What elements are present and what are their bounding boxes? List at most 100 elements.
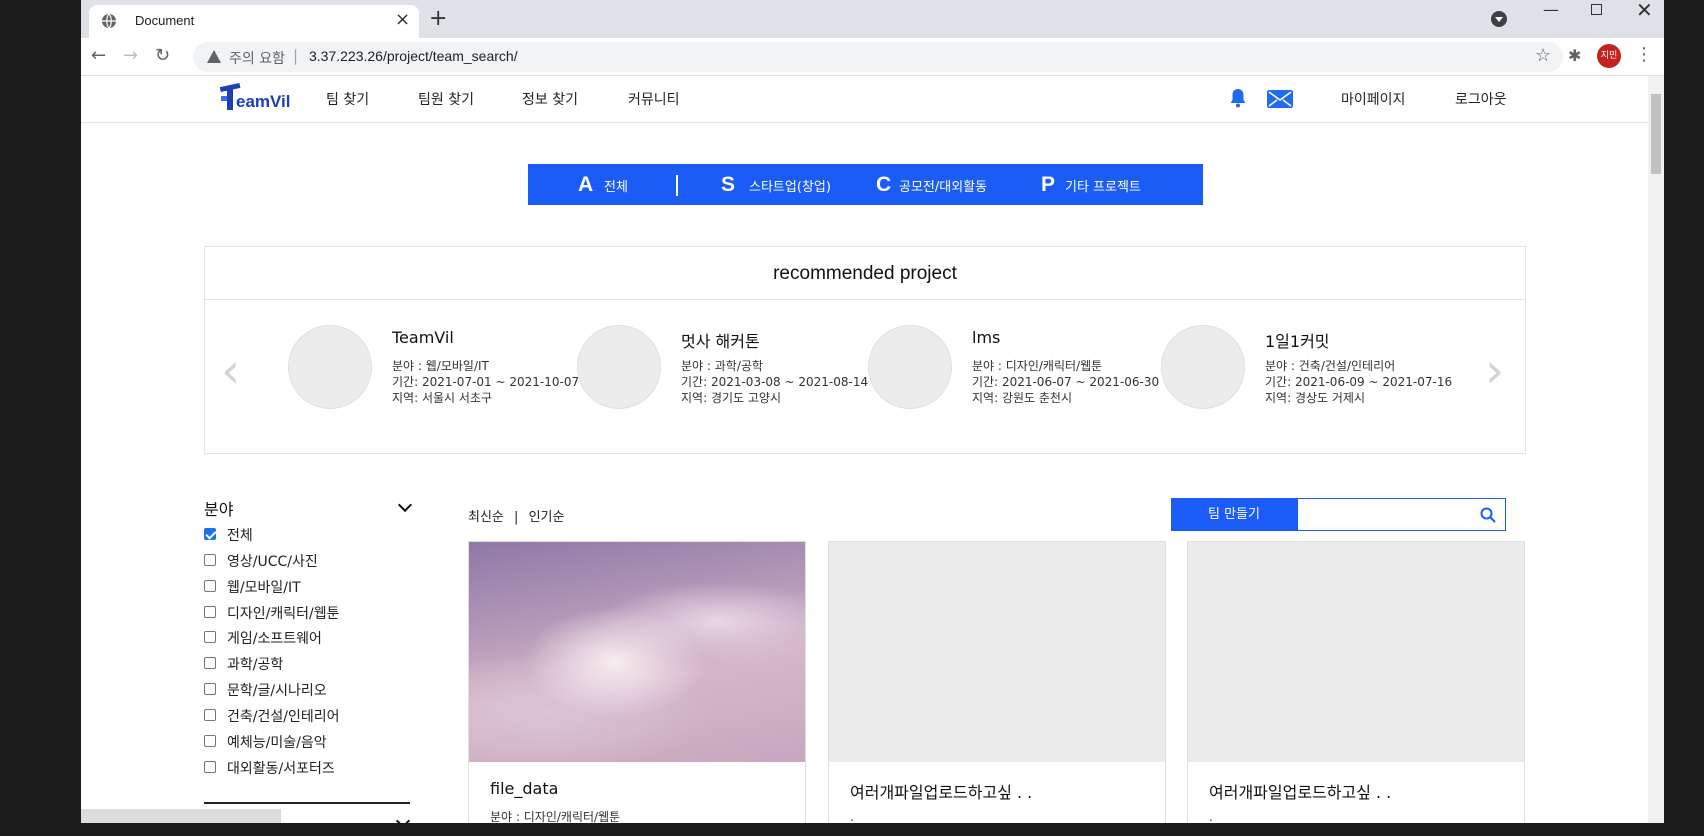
bell-icon[interactable]	[1229, 88, 1247, 108]
sort-options: 최신순 | 인기순	[468, 506, 570, 525]
security-warning[interactable]: 주의 요함	[229, 48, 285, 68]
sort-separator: |	[514, 510, 519, 525]
nav-community[interactable]: 커뮤니티	[628, 89, 680, 109]
filter-divider	[204, 802, 410, 804]
logo-text: eamVil	[236, 92, 291, 111]
filter-option-label: 웹/모바일/IT	[227, 580, 301, 596]
nav-find-member[interactable]: 팀원 찾기	[418, 89, 474, 109]
close-tab-icon[interactable]: ×	[395, 9, 410, 31]
project-period: 기간: 2021-07-01 ~ 2021-10-07	[392, 375, 580, 389]
logout-link[interactable]: 로그아웃	[1455, 89, 1507, 109]
mail-icon[interactable]	[1267, 90, 1293, 108]
url-separator: |	[293, 47, 299, 65]
horizontal-scrollbar[interactable]	[81, 809, 281, 823]
filter-checkbox[interactable]	[204, 554, 216, 566]
bookmark-star-icon[interactable]: ☆	[1535, 45, 1551, 66]
chevron-down-icon[interactable]	[397, 497, 413, 513]
category-other[interactable]: P 기타 프로젝트	[1041, 164, 1181, 205]
team-search-input[interactable]	[1297, 498, 1506, 531]
category-label: 스타트업(창업)	[749, 180, 831, 195]
filter-checkbox[interactable]	[204, 606, 216, 618]
project-region: 지역: 경상도 거제시	[1265, 391, 1365, 405]
vertical-scrollbar[interactable]	[1648, 76, 1664, 823]
filter-option-label: 영상/UCC/사진	[227, 554, 318, 570]
filter-option-label: 문학/글/시나리오	[227, 683, 327, 699]
category-contest[interactable]: C 공모전/대외활동	[876, 164, 1016, 205]
filter-header[interactable]: 분야	[204, 496, 414, 520]
project-name: lms	[972, 328, 1001, 347]
profile-avatar[interactable]: 지민	[1597, 44, 1621, 68]
site-header: eamVil 팀 찾기 팀원 찾기 정보 찾기 커뮤니티 마이페이지 로그아웃	[81, 76, 1648, 123]
reload-icon[interactable]: ↻	[155, 45, 170, 67]
recommended-card[interactable]: 1일1커밋 분야 : 건축/건설/인테리어 기간: 2021-06-09 ~ 2…	[1161, 325, 1452, 415]
filter-option-label: 건축/건설/인테리어	[227, 709, 340, 725]
recommended-section: recommended project ‹ › TeamVil 분야 : 웹/모…	[204, 246, 1526, 454]
sort-popular[interactable]: 인기순	[529, 510, 565, 525]
filter-option-label: 과학/공학	[227, 657, 284, 673]
project-thumbnail	[1161, 325, 1245, 409]
card-title: file_data	[490, 779, 559, 798]
browser-menu-icon[interactable]: ⋮	[1635, 44, 1653, 65]
url-text[interactable]: 3.37.223.26/project/team_search/	[309, 48, 518, 64]
category-all[interactable]: A 전체	[578, 164, 678, 205]
sort-latest[interactable]: 최신순	[468, 510, 504, 525]
scrollbar-thumb[interactable]	[1651, 94, 1661, 174]
chevron-down-icon[interactable]	[395, 813, 411, 823]
card-image	[469, 542, 805, 762]
filter-option-label: 전체	[227, 528, 253, 544]
maximize-icon[interactable]	[1591, 4, 1602, 15]
filter-checkbox[interactable]	[204, 657, 216, 669]
address-bar[interactable]: 주의 요함 | 3.37.223.26/project/team_search/…	[193, 42, 1563, 72]
carousel-next-icon[interactable]: ›	[1485, 347, 1504, 395]
forward-icon[interactable]: →	[123, 45, 138, 67]
project-name: 1일1커밋	[1265, 332, 1330, 351]
browser-tab[interactable]: Document ×	[89, 5, 419, 38]
tab-search-icon[interactable]	[1491, 11, 1507, 27]
filter-checkbox[interactable]	[204, 735, 216, 747]
card-title: 여러개파일업로드하고싶 . .	[850, 783, 1033, 802]
warning-icon[interactable]	[207, 50, 221, 63]
taskbar-strip	[0, 823, 1704, 836]
project-period: 기간: 2021-06-09 ~ 2021-07-16	[1265, 375, 1453, 389]
filter-checkbox[interactable]	[204, 528, 216, 540]
filter-option-label: 대외활동/서포터즈	[227, 761, 335, 777]
browser-window: Document × + — ✕ ← → ↻ 주의 요함 | 3.37.223.…	[81, 0, 1664, 823]
project-card[interactable]: file_data 분야 : 디자인/캐릭터/웹툰	[468, 541, 806, 823]
extensions-icon[interactable]: ✱	[1568, 46, 1581, 65]
filter-checkbox[interactable]	[204, 580, 216, 592]
recommended-title: recommended project	[205, 247, 1525, 300]
project-thumbnail	[288, 325, 372, 409]
search-icon[interactable]	[1480, 507, 1496, 523]
category-label: 공모전/대외활동	[899, 180, 988, 195]
filter-checkbox[interactable]	[204, 683, 216, 695]
nav-find-team[interactable]: 팀 찾기	[326, 89, 369, 109]
carousel-prev-icon[interactable]: ‹	[221, 347, 240, 395]
page-viewport: eamVil 팀 찾기 팀원 찾기 정보 찾기 커뮤니티 마이페이지 로그아웃 …	[81, 76, 1664, 823]
project-thumbnail	[868, 325, 952, 409]
card-title: 여러개파일업로드하고싶 . .	[1209, 783, 1392, 802]
category-letter: C	[876, 173, 892, 196]
filter-option-label: 디자인/캐릭터/웹툰	[227, 606, 340, 622]
category-startup[interactable]: S 스타트업(창업)	[721, 164, 851, 205]
filter-checkbox[interactable]	[204, 631, 216, 643]
filter-checkbox[interactable]	[204, 709, 216, 721]
nav-find-info[interactable]: 정보 찾기	[522, 89, 578, 109]
back-icon[interactable]: ←	[91, 45, 106, 67]
browser-toolbar: ← → ↻ 주의 요함 | 3.37.223.26/project/team_s…	[81, 38, 1664, 76]
card-field: .	[850, 810, 854, 823]
recommended-card[interactable]: lms 분야 : 디자인/캐릭터/웹툰 기간: 2021-06-07 ~ 202…	[868, 325, 1159, 415]
project-card[interactable]: 여러개파일업로드하고싶 . . .	[1187, 541, 1525, 823]
recommended-card[interactable]: TeamVil 분야 : 웹/모바일/IT 기간: 2021-07-01 ~ 2…	[288, 325, 579, 415]
window-close-icon[interactable]: ✕	[1636, 0, 1653, 22]
minimize-icon[interactable]: —	[1543, 0, 1559, 19]
filter-checkbox[interactable]	[204, 761, 216, 773]
new-tab-icon[interactable]: +	[429, 6, 447, 32]
mypage-link[interactable]: 마이페이지	[1341, 89, 1405, 109]
recommended-card[interactable]: 멋사 해커톤 분야 : 과학/공학 기간: 2021-03-08 ~ 2021-…	[577, 325, 868, 415]
make-team-button[interactable]: 팀 만들기	[1171, 498, 1297, 531]
project-name: TeamVil	[392, 328, 454, 347]
project-card[interactable]: 여러개파일업로드하고싶 . . .	[828, 541, 1166, 823]
category-letter: P	[1041, 173, 1056, 196]
teamvil-logo[interactable]: eamVil	[220, 80, 300, 116]
category-label: 기타 프로젝트	[1065, 180, 1141, 195]
